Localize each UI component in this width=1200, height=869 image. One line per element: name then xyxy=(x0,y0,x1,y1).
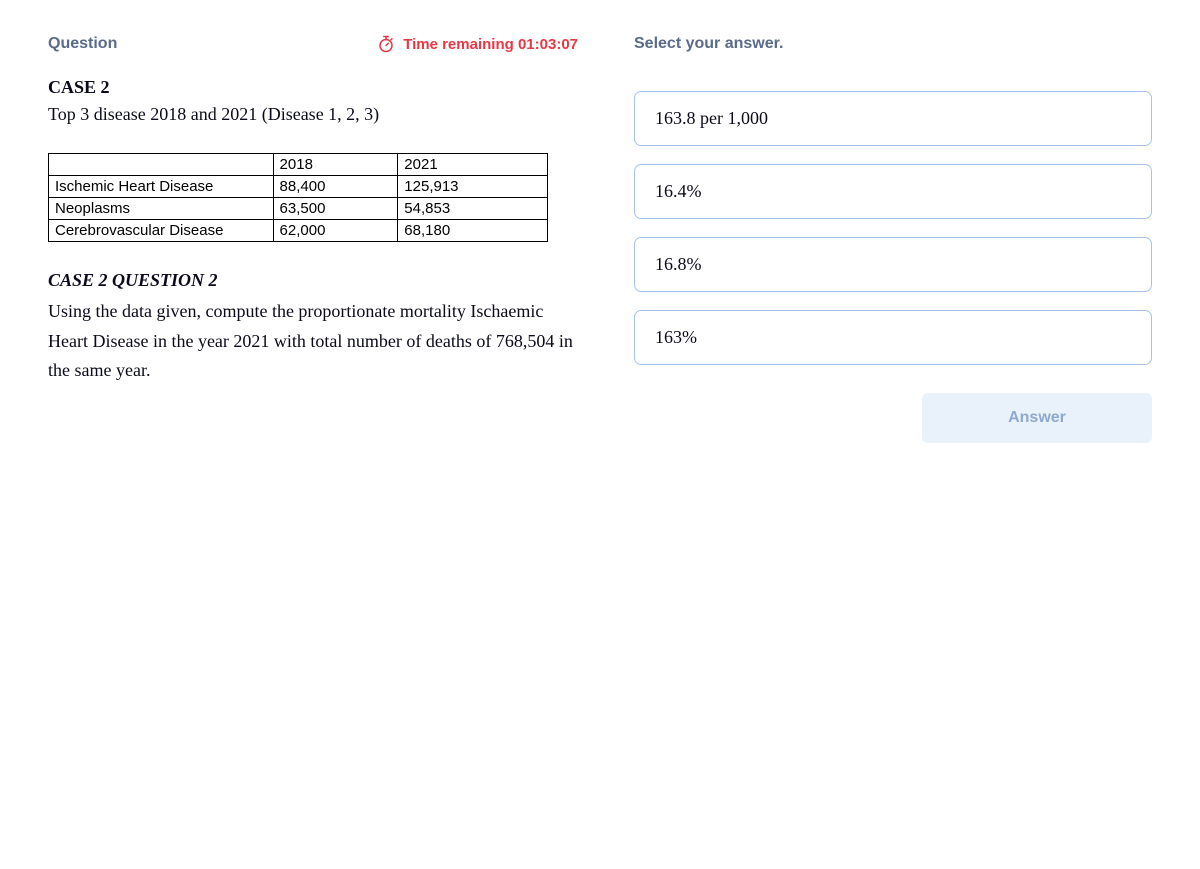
table-cell-2021: 68,180 xyxy=(398,220,548,242)
table-header-row: 2018 2021 xyxy=(49,154,548,176)
question-label: Question xyxy=(48,35,117,53)
answer-option[interactable]: 16.4% xyxy=(634,164,1152,219)
stopwatch-icon xyxy=(377,35,395,53)
select-answer-label: Select your answer. xyxy=(634,35,1152,53)
disease-table: 2018 2021 Ischemic Heart Disease 88,400 … xyxy=(48,153,548,242)
timer-text: Time remaining 01:03:07 xyxy=(403,36,578,53)
table-row: Cerebrovascular Disease 62,000 68,180 xyxy=(49,220,548,242)
answer-option[interactable]: 163.8 per 1,000 xyxy=(634,91,1152,146)
table-cell-2018: 62,000 xyxy=(273,220,398,242)
table-header-2021: 2021 xyxy=(398,154,548,176)
answer-option[interactable]: 163% xyxy=(634,310,1152,365)
table-row: Ischemic Heart Disease 88,400 125,913 xyxy=(49,176,548,198)
timer: Time remaining 01:03:07 xyxy=(377,35,578,53)
case-subtitle: Top 3 disease 2018 and 2021 (Disease 1, … xyxy=(48,104,578,125)
table-header-2018: 2018 xyxy=(273,154,398,176)
answer-button[interactable]: Answer xyxy=(922,393,1152,443)
table-cell-label: Ischemic Heart Disease xyxy=(49,176,274,198)
case-title: CASE 2 xyxy=(48,77,578,98)
table-cell-2021: 54,853 xyxy=(398,198,548,220)
table-cell-2018: 88,400 xyxy=(273,176,398,198)
table-cell-label: Cerebrovascular Disease xyxy=(49,220,274,242)
table-header-empty xyxy=(49,154,274,176)
question-body: Using the data given, compute the propor… xyxy=(48,297,578,386)
table-cell-label: Neoplasms xyxy=(49,198,274,220)
answer-options-list: 163.8 per 1,000 16.4% 16.8% 163% xyxy=(634,91,1152,365)
question-heading: CASE 2 QUESTION 2 xyxy=(48,270,578,291)
table-cell-2018: 63,500 xyxy=(273,198,398,220)
table-row: Neoplasms 63,500 54,853 xyxy=(49,198,548,220)
table-cell-2021: 125,913 xyxy=(398,176,548,198)
answer-option[interactable]: 16.8% xyxy=(634,237,1152,292)
